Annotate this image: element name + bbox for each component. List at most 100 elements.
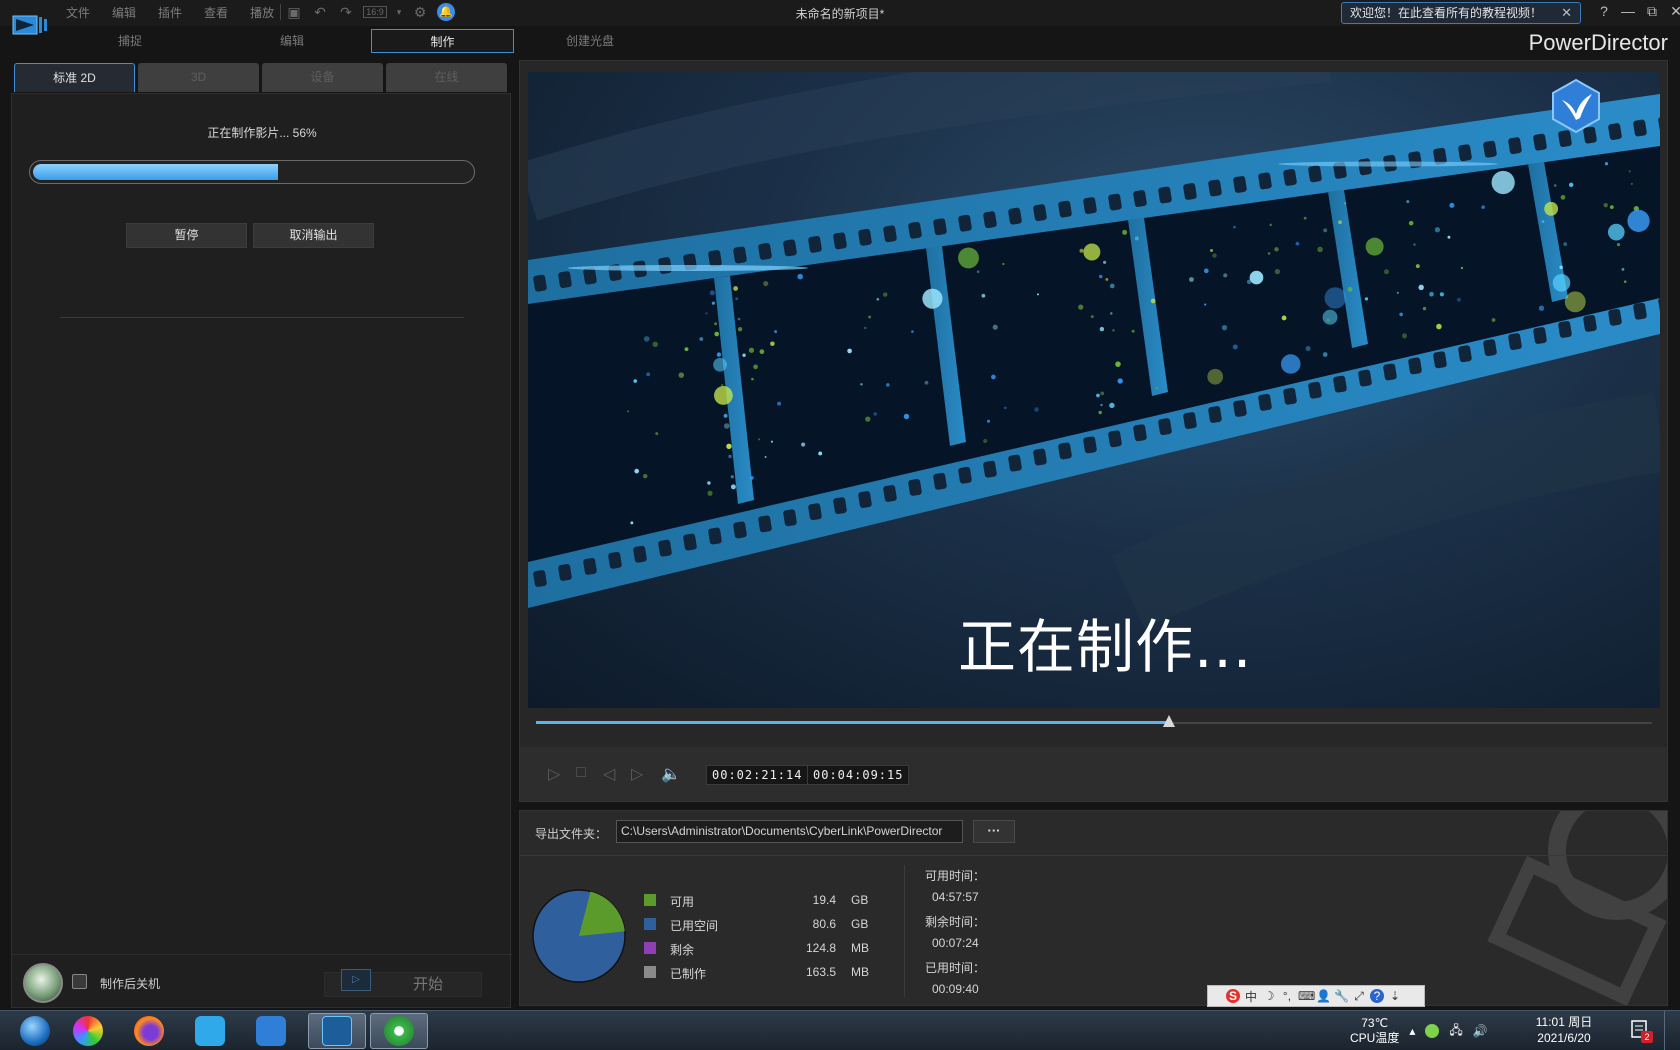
- taskbar-color-app[interactable]: [59, 1013, 117, 1049]
- minimize-button[interactable]: —: [1620, 3, 1636, 20]
- sparkle-particle: [1538, 305, 1545, 311]
- film-sprocket-hole: [958, 466, 972, 484]
- show-desktop-button[interactable]: [1664, 1011, 1680, 1050]
- taskbar-green-app[interactable]: [370, 1013, 428, 1049]
- sparkle-particle: [1281, 315, 1287, 321]
- clock-time: 11:01 周日: [1535, 1015, 1593, 1029]
- section-divider: [60, 317, 464, 318]
- user-icon[interactable]: 👤: [1316, 989, 1331, 1003]
- sparkle-particle: [709, 290, 715, 296]
- available-time-label: 可用时间：: [925, 869, 986, 883]
- eco-mode-leaf-icon[interactable]: [23, 963, 63, 1003]
- sparkle-particle: [1034, 407, 1039, 412]
- sparkle-particle: [883, 292, 888, 297]
- sparkle-particle: [1621, 267, 1625, 271]
- tab-online[interactable]: 在线: [386, 63, 507, 92]
- sparkle-particle: [1544, 201, 1559, 216]
- punctuation-icon[interactable]: °,: [1280, 989, 1294, 1003]
- film-sprocket-hole: [558, 271, 572, 289]
- shutdown-after-produce-checkbox[interactable]: [72, 974, 87, 989]
- window-controls: ? — ⧉ ✕: [1596, 3, 1680, 20]
- sparkle-particle: [1303, 216, 1307, 220]
- remaining-time-label: 剩余时间：: [925, 915, 986, 929]
- cpu-temp-widget[interactable]: 73℃ CPU温度: [1350, 1016, 1399, 1046]
- sparkle-particle: [1221, 325, 1228, 331]
- start-menu-button[interactable]: [6, 1013, 64, 1049]
- film-sprocket-hole: [708, 527, 722, 545]
- taskbar-firefox[interactable]: [120, 1013, 178, 1049]
- sparkle-particle: [1233, 225, 1236, 229]
- sparkle-particle: [1274, 268, 1281, 275]
- taskbar-cloud-app[interactable]: [181, 1013, 239, 1049]
- elapsed-time-label: 已用时间：: [925, 961, 986, 975]
- title-bar: 文件 编辑 插件 查看 播放 ▣ ↶ ↷ 16:9 ▾ ⚙ 🔔 未命名的新项目*…: [0, 0, 1680, 35]
- sparkle-particle: [716, 352, 722, 357]
- browse-folder-button[interactable]: ···: [973, 820, 1015, 843]
- legend-swatch: [644, 918, 656, 930]
- play-icon[interactable]: ▷: [548, 764, 560, 784]
- tutorial-welcome-banner[interactable]: 欢迎您！在此查看所有的教程视频！ ✕: [1341, 2, 1581, 24]
- sparkle-particle: [1090, 315, 1094, 319]
- previous-frame-icon[interactable]: ◁: [603, 764, 615, 784]
- next-frame-icon[interactable]: ▷: [631, 764, 643, 784]
- start-button[interactable]: ▷ 开始: [324, 969, 482, 997]
- tab-3d[interactable]: 3D: [138, 63, 259, 92]
- sparkle-particle: [1274, 247, 1279, 252]
- sparkle-particle: [1553, 184, 1557, 187]
- film-sprocket-hole: [1108, 430, 1122, 448]
- sparkle-particle: [1232, 344, 1238, 350]
- tab-capture[interactable]: 捕捉: [60, 29, 200, 53]
- pause-button[interactable]: 暂停: [126, 223, 247, 248]
- produce-footer: 制作后关机 ▷ 开始: [12, 954, 512, 1009]
- halfwidth-moon-icon[interactable]: ☽: [1262, 989, 1276, 1003]
- legend-swatch: [644, 942, 656, 954]
- cancel-output-button[interactable]: 取消输出: [253, 223, 374, 248]
- sparkle-particle: [1604, 162, 1609, 166]
- taskbar-powerdirector[interactable]: [308, 1013, 366, 1049]
- film-sprocket-hole: [1358, 158, 1372, 176]
- clock-date: 2021/6/20: [1537, 1031, 1591, 1045]
- sparkle-particle: [1150, 298, 1156, 304]
- sparkle-particle: [1223, 273, 1228, 278]
- sparkle-particle: [1616, 242, 1621, 247]
- sparkle-particle: [751, 377, 754, 381]
- export-folder-path-input[interactable]: C:\Users\Administrator\Documents\CyberLi…: [616, 820, 963, 843]
- timeline-scrubber[interactable]: [536, 715, 1652, 727]
- stop-icon[interactable]: □: [576, 764, 586, 782]
- taskbar-bird-app[interactable]: [242, 1013, 300, 1049]
- film-sprocket-hole: [1308, 381, 1322, 399]
- available-time-value: 04:57:57: [932, 890, 979, 904]
- film-sprocket-hole: [1183, 183, 1197, 200]
- tab-produce[interactable]: 制作: [371, 29, 514, 53]
- cpu-temp-value: 73℃: [1361, 1016, 1389, 1030]
- close-banner-icon[interactable]: ✕: [1561, 3, 1572, 23]
- tab-standard-2d[interactable]: 标准 2D: [14, 63, 135, 92]
- film-sprocket-hole: [933, 472, 947, 490]
- sparkle-particle: [1207, 368, 1224, 385]
- expand-icon[interactable]: ⤢: [1352, 989, 1366, 1004]
- volume-icon[interactable]: 🔈: [661, 764, 681, 784]
- tab-create-disc[interactable]: 创建光盘: [520, 29, 660, 53]
- volume-tray-icon[interactable]: 🔊: [1473, 1024, 1488, 1038]
- brand-name: PowerDirector: [1528, 30, 1668, 55]
- chinese-mode-icon[interactable]: 中: [1244, 988, 1258, 1005]
- keyboard-icon[interactable]: ⌨: [1298, 989, 1315, 1003]
- tray-expand-icon[interactable]: ▴: [1409, 1024, 1415, 1038]
- system-clock[interactable]: 11:01 周日 2021/6/20: [1526, 1014, 1602, 1046]
- film-sprocket-hole: [1058, 200, 1072, 218]
- tray-green-app-icon[interactable]: [1425, 1024, 1440, 1038]
- preview-panel: 正在制作... ▷ □ ◁ ▷ 🔈 00:02:21:14 00:04:09:1…: [519, 60, 1668, 802]
- close-button[interactable]: ✕: [1668, 3, 1680, 20]
- help-circle-icon[interactable]: ?: [1370, 989, 1384, 1003]
- sogou-logo-icon[interactable]: S: [1226, 989, 1240, 1003]
- restore-button[interactable]: ⧉: [1644, 3, 1660, 20]
- tab-device[interactable]: 设备: [262, 63, 383, 92]
- ime-menu-icon[interactable]: ⇣: [1388, 989, 1402, 1003]
- scrubber-thumb[interactable]: [1162, 715, 1175, 727]
- sparkle-particle: [1002, 262, 1005, 266]
- film-sprocket-hole: [1183, 412, 1197, 429]
- network-icon[interactable]: 🖧: [1449, 1021, 1462, 1042]
- wrench-icon[interactable]: 🔧: [1334, 989, 1349, 1003]
- tab-edit[interactable]: 编辑: [222, 29, 362, 53]
- help-icon[interactable]: ?: [1596, 3, 1612, 20]
